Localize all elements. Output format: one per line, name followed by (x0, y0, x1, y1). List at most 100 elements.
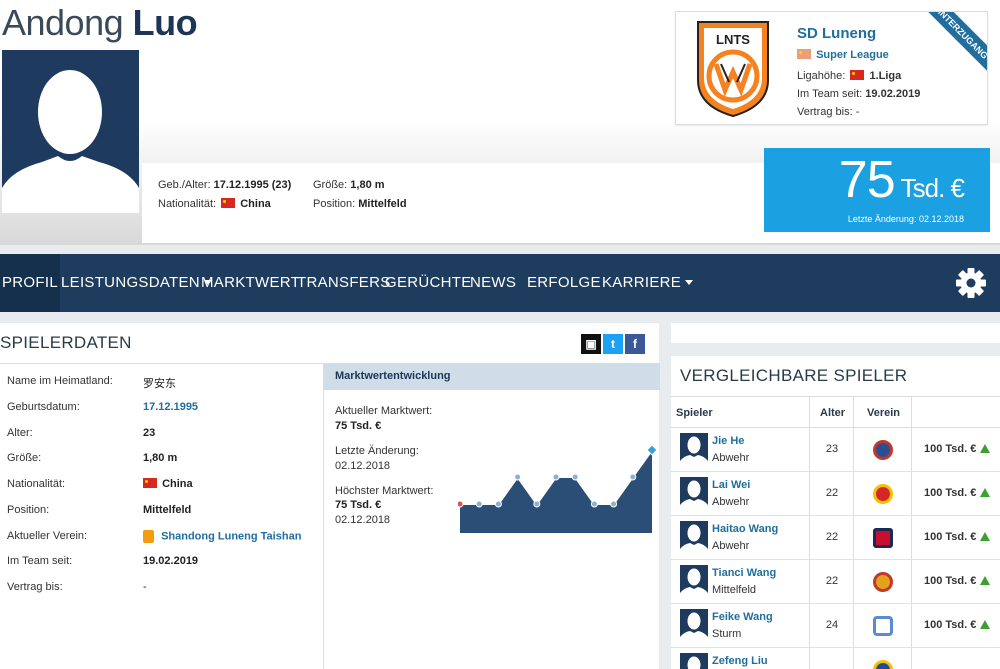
china-flag-icon (850, 70, 865, 81)
league-label: Super League (816, 49, 889, 61)
chart-point[interactable] (533, 500, 541, 508)
market-value-text: 100 Tsd. € (924, 575, 977, 587)
height-value: 1,80 m (350, 179, 385, 191)
club-crest-icon[interactable] (873, 616, 893, 636)
chart-point[interactable] (629, 473, 637, 481)
club-crest-icon[interactable] (873, 528, 893, 548)
player-name: Andong Luo (2, 2, 198, 44)
player-link[interactable]: Zefeng Liu (712, 655, 768, 667)
arrow-up-icon (980, 443, 991, 453)
avatar-silhouette-icon (687, 656, 701, 669)
chart-point[interactable] (494, 500, 502, 508)
club-name-link[interactable]: SD Luneng (797, 25, 876, 42)
tab-transfers[interactable]: TRANSFERS (297, 254, 391, 312)
player-link[interactable]: Tianci Wang (712, 567, 776, 579)
tab-erfolge-label: ERFOLGE (527, 274, 601, 291)
club-crest-icon[interactable]: LNTS (694, 18, 772, 118)
tab-leistungsdaten[interactable]: LEISTUNGSDATEN (61, 254, 212, 312)
tab-geruechte[interactable]: GERÜCHTE (385, 254, 472, 312)
image-icon: ▣ (585, 337, 597, 351)
club-crest-icon[interactable] (873, 660, 893, 669)
player-age: 22 (825, 531, 839, 543)
player-position: Abwehr (712, 452, 750, 464)
tab-karriere-label: KARRIERE (602, 274, 682, 291)
team-since-value: 19.02.2019 (865, 88, 921, 100)
tab-karriere[interactable]: KARRIERE (602, 254, 694, 312)
player-position: Abwehr (712, 496, 750, 508)
league-level-value: 1.Liga (869, 70, 902, 82)
col-age-header: Alter (820, 407, 846, 419)
arrow-up-icon (980, 619, 991, 629)
nationality-text: China (162, 478, 193, 490)
player-market-value: 100 Tsd. € (924, 487, 991, 499)
gear-icon[interactable] (954, 266, 988, 300)
league-level-label: Ligahöhe: (797, 70, 846, 82)
chart-point[interactable] (571, 473, 579, 481)
share-facebook-button[interactable]: f (625, 334, 645, 354)
highest-mv-value: 75 Tsd. € (335, 499, 382, 511)
market-value-chart[interactable] (458, 415, 658, 533)
data-label-birthdate: Geburtsdatum: (7, 401, 80, 413)
data-value-current-club-link[interactable]: Shandong Luneng Taishan (143, 530, 301, 543)
data-label-native-name: Name im Heimatland: (7, 375, 113, 387)
chart-point[interactable] (610, 500, 618, 508)
player-first-name: Andong (2, 2, 124, 43)
chart-point[interactable] (514, 473, 522, 481)
current-club-text: Shandong Luneng Taishan (161, 530, 302, 543)
chart-point[interactable] (475, 500, 483, 508)
player-market-value: 100 Tsd. € (924, 443, 991, 455)
chart-point[interactable] (458, 500, 464, 508)
team-since-label: Im Team seit: (797, 88, 863, 100)
market-value-box[interactable]: 75 Tsd. € Letzte Änderung: 02.12.2018 (764, 148, 990, 232)
league-link[interactable]: Super League (797, 49, 889, 61)
player-link[interactable]: Jie He (712, 435, 744, 447)
tab-profil[interactable]: PROFIL (0, 254, 60, 312)
club-crest-icon[interactable] (873, 572, 893, 592)
current-mv-value: 75 Tsd. € (335, 420, 382, 432)
chart-point[interactable] (552, 473, 560, 481)
data-value-position: Mittelfeld (143, 504, 192, 516)
tab-erfolge[interactable]: ERFOLGE (527, 254, 601, 312)
market-value-text: 100 Tsd. € (924, 443, 977, 455)
position-value: Mittelfeld (358, 198, 407, 210)
avatar-silhouette-icon (680, 480, 708, 509)
player-link[interactable]: Lai Wei (712, 479, 750, 491)
data-value-birthdate-link[interactable]: 17.12.1995 (143, 401, 198, 413)
share-image-button[interactable]: ▣ (581, 334, 601, 354)
club-info-box: LNTS SD Luneng Super League Ligahöhe: 1.… (675, 11, 988, 125)
player-market-value: 100 Tsd. € (924, 575, 991, 587)
club-crest-icon (143, 530, 154, 543)
player-position: Mittelfeld (712, 584, 757, 596)
avatar-silhouette-icon (680, 568, 708, 597)
table-row: Zefeng Liu (671, 648, 1000, 669)
main-navigation: PROFIL LEISTUNGSDATEN MARKTWERT TRANSFER… (0, 254, 1000, 312)
position-info: Position: Mittelfeld (313, 198, 407, 210)
highest-mv-date: 02.12.2018 (335, 514, 391, 526)
twitter-icon: t (611, 337, 615, 351)
share-twitter-button[interactable]: t (603, 334, 623, 354)
player-link[interactable]: Haitao Wang (712, 523, 778, 535)
market-value-last-change: Letzte Änderung: 02.12.2018 (847, 214, 964, 224)
player-link[interactable]: Feike Wang (712, 611, 773, 623)
winter-transfer-ribbon: WINTERZUGANG (914, 12, 987, 77)
chart-point[interactable] (590, 500, 598, 508)
data-value-contract: - (143, 581, 147, 593)
player-age: 24 (825, 619, 839, 631)
table-row: Feike Wang Sturm 24 100 Tsd. € (671, 604, 1000, 648)
tab-marktwert[interactable]: MARKTWERT (201, 254, 300, 312)
position-label: Position: (313, 198, 356, 210)
avatar-silhouette-icon (680, 524, 708, 553)
avatar (680, 609, 708, 641)
market-development-title: Marktwertentwicklung (324, 363, 660, 390)
table-row: Jie He Abwehr 23 100 Tsd. € (671, 428, 1000, 472)
club-crest-icon[interactable] (873, 440, 893, 460)
avatar (680, 565, 708, 597)
club-crest-icon[interactable] (873, 484, 893, 504)
data-value-native-name: 罗安东 (143, 377, 176, 390)
facebook-icon: f (633, 337, 637, 351)
china-flag-icon (221, 198, 236, 209)
arrow-up-icon (980, 575, 991, 585)
tab-leistungsdaten-label: LEISTUNGSDATEN (61, 274, 200, 291)
tab-news[interactable]: NEWS (470, 254, 516, 312)
player-data-title: SPIELERDATEN (0, 333, 132, 352)
